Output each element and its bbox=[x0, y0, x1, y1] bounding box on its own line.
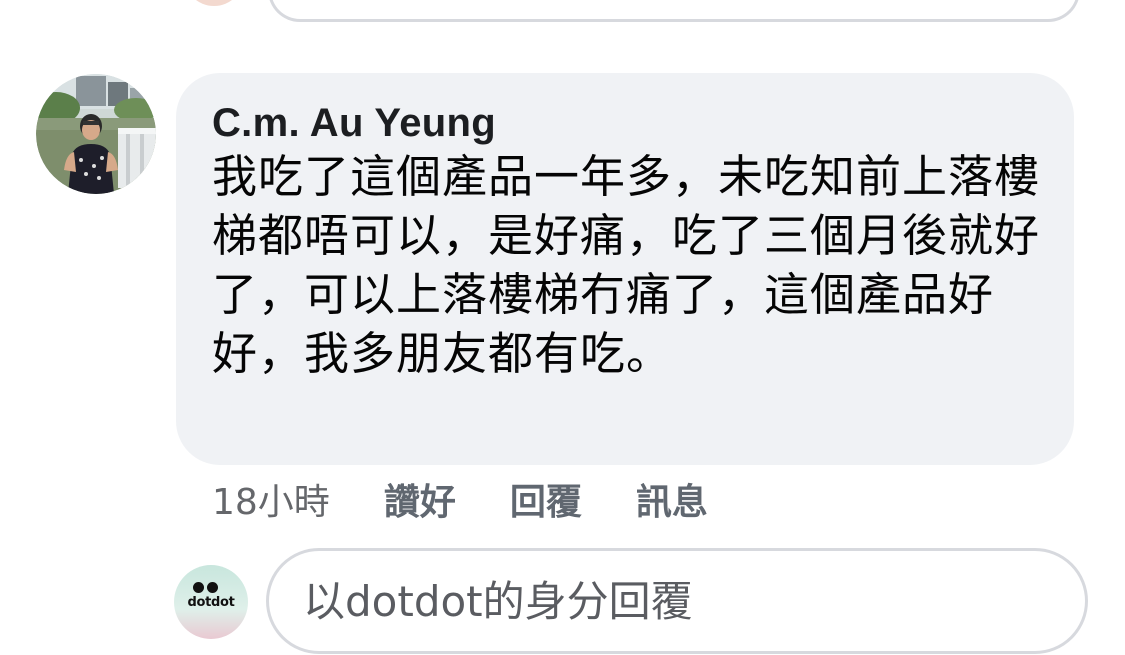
dotdot-logo-icon bbox=[193, 582, 218, 593]
message-button[interactable]: 訊息 bbox=[636, 473, 708, 525]
comment-bubble: C.m. Au Yeung 我吃了這個產品一年多，未吃知前上落樓梯都唔可以，是好… bbox=[176, 73, 1074, 465]
comment-text: 我吃了這個產品一年多，未吃知前上落樓梯都唔可以，是好痛，吃了三個月後就好了，可以… bbox=[212, 150, 1041, 380]
comment-actions: 18小時 讚好 回覆 訊息 bbox=[212, 474, 762, 524]
avatar-logo-text: dotdot bbox=[187, 595, 235, 610]
previous-reply-input[interactable] bbox=[268, 0, 1080, 22]
comment-timestamp[interactable]: 18小時 bbox=[212, 473, 330, 525]
avatar-photo bbox=[36, 74, 156, 194]
page-avatar[interactable]: dotdot bbox=[174, 565, 248, 639]
comment-author-name[interactable]: C.m. Au Yeung bbox=[212, 97, 1038, 149]
commenter-avatar[interactable] bbox=[36, 74, 156, 194]
reply-button[interactable]: 回覆 bbox=[510, 473, 582, 525]
reply-input[interactable] bbox=[266, 548, 1088, 654]
like-button[interactable]: 讚好 bbox=[384, 473, 456, 525]
previous-avatar bbox=[184, 0, 244, 6]
